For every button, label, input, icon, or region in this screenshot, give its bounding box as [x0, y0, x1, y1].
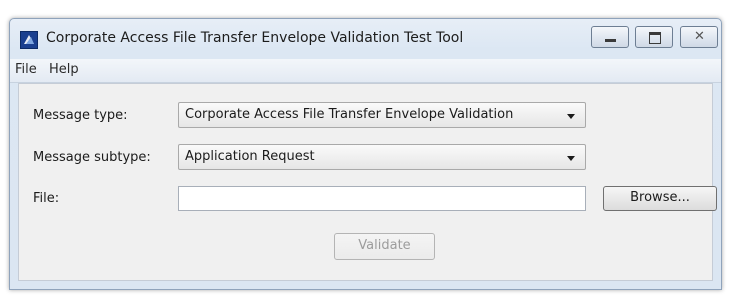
menu-help[interactable]: Help — [49, 62, 79, 77]
message-type-label: Message type: — [33, 108, 128, 123]
title-bar[interactable]: Corporate Access File Transfer Envelope … — [10, 19, 721, 59]
menu-bar: File Help — [10, 59, 721, 83]
app-logo-icon — [20, 31, 38, 49]
menu-file[interactable]: File — [15, 62, 37, 77]
maximize-icon — [649, 32, 661, 44]
maximize-button[interactable] — [635, 26, 673, 48]
window-title: Corporate Access File Transfer Envelope … — [46, 30, 464, 46]
validate-button[interactable]: Validate — [334, 233, 435, 260]
file-path-input[interactable] — [178, 186, 586, 211]
message-subtype-select[interactable]: Application Request — [178, 144, 586, 170]
message-type-value: Corporate Access File Transfer Envelope … — [185, 107, 514, 122]
dropdown-arrow-icon — [567, 156, 575, 161]
message-subtype-value: Application Request — [185, 149, 315, 164]
browse-button[interactable]: Browse... — [603, 186, 717, 211]
message-subtype-label: Message subtype: — [33, 150, 151, 165]
app-window: Corporate Access File Transfer Envelope … — [9, 18, 722, 290]
message-type-select[interactable]: Corporate Access File Transfer Envelope … — [178, 102, 586, 128]
close-button[interactable]: ✕ — [680, 26, 718, 48]
minimize-button[interactable] — [591, 26, 629, 48]
form-panel: Message type: Corporate Access File Tran… — [18, 83, 717, 281]
close-icon: ✕ — [694, 29, 705, 44]
minimize-icon — [605, 39, 616, 42]
dropdown-arrow-icon — [567, 114, 575, 119]
file-label: File: — [33, 191, 60, 206]
